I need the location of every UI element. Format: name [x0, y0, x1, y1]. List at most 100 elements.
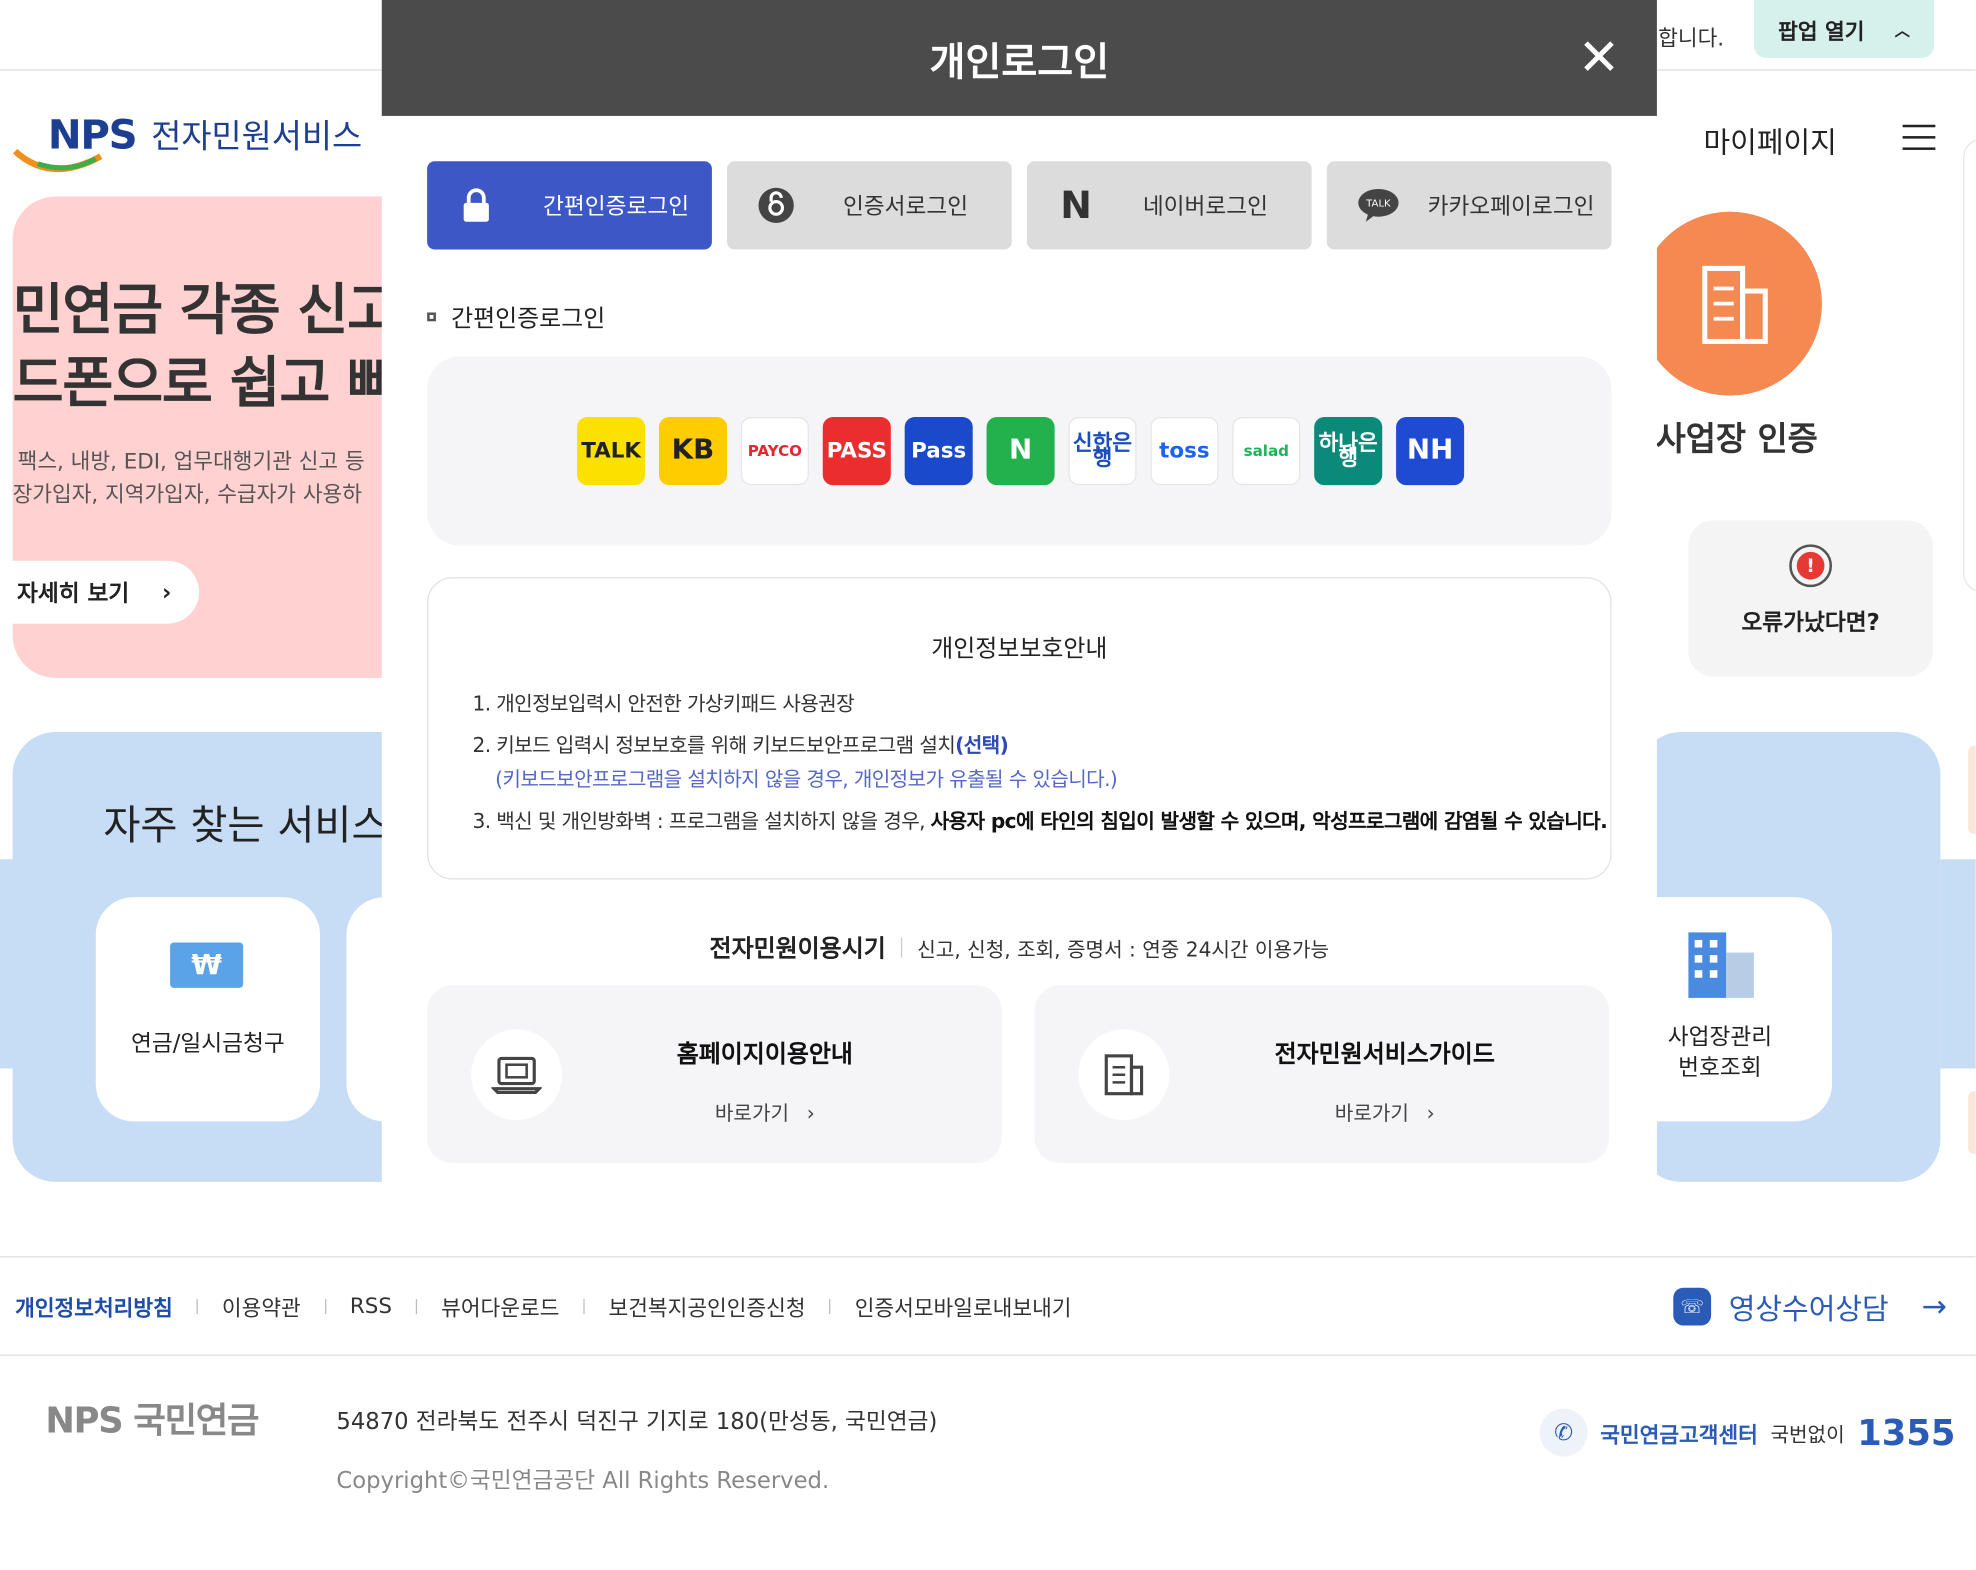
personal-login-modal: 개인로그인 ✕ 간편인증로그인 인증서로그인 N 네이버로그인 TALK 카카오페이… — [381, 0, 1657, 1182]
tab-label: 인증서로그인 — [842, 194, 969, 221]
service-hours-label: 전자민원이용시기 — [709, 934, 886, 963]
footer-address: 54870 전라북도 전주시 덕진구 기지로 180(만성동, 국민연금) — [336, 1408, 938, 1436]
footer-divider — [0, 1354, 1976, 1356]
footer-link-privacy[interactable]: 개인정보처리방침 — [15, 1290, 173, 1322]
error-help-label: 오류가났다면? — [1741, 609, 1880, 637]
notice-item-1: 1. 개인정보입력시 안전한 가상키패드 사용권장 — [472, 691, 855, 716]
footer-divider — [0, 1256, 1976, 1258]
guide-title: 전자민원서비스가이드 — [1274, 1040, 1495, 1069]
frequent-services-title: 자주 찾는 서비스 — [103, 801, 389, 850]
chevron-right-icon: › — [1426, 1101, 1435, 1126]
site-title[interactable]: 전자민원서비스 — [151, 111, 362, 158]
sign-language-consult-label: 영상수어상담 — [1728, 1294, 1889, 1327]
bullet-icon — [427, 312, 436, 322]
customer-center: ✆ 국민연금고객센터 국번없이 1355 — [1539, 1408, 1956, 1457]
tab-certificate[interactable]: 인증서로그인 — [727, 161, 1012, 250]
provider-1-icon[interactable]: KB — [658, 417, 728, 486]
footer-copyright: Copyright©국민연금공단 All Rights Reserved. — [336, 1467, 830, 1495]
banner-more-button[interactable]: 자세히 보기 › — [0, 560, 200, 624]
tab-label: 네이버로그인 — [1142, 194, 1269, 221]
customer-center-number: 1355 — [1857, 1411, 1956, 1454]
footer-link-rss[interactable]: RSS — [350, 1293, 392, 1318]
section-title-text: 간편인증로그인 — [451, 304, 606, 333]
close-icon[interactable]: ✕ — [1571, 30, 1626, 85]
guide-card-homepage[interactable]: 홈페이지이용안내 바로가기 › — [427, 985, 1002, 1163]
arrow-right-icon: → — [1921, 1288, 1947, 1325]
footer-link-terms[interactable]: 이용약관 — [222, 1290, 301, 1322]
peach-card-edge — [1968, 745, 1976, 835]
guide-link-label: 바로가기 — [714, 1101, 790, 1126]
provider-8-icon[interactable]: salad — [1232, 417, 1301, 486]
tab-kakaopay[interactable]: TALK 카카오페이로그인 — [1326, 161, 1612, 250]
footer-link-viewer[interactable]: 뷰어다운로드 — [441, 1290, 559, 1322]
service-hours-value: 신고, 신청, 조회, 증명서 : 연중 24시간 이용가능 — [917, 936, 1330, 961]
service-card-pension[interactable] — [95, 897, 321, 1122]
alert-icon: ! — [1789, 544, 1833, 588]
notice-item-2-sub: (키보드보안프로그램을 설치하지 않을 경우, 개인정보가 유출될 수 있습니다… — [495, 767, 1118, 792]
chevron-up-icon: ︿ — [1894, 20, 1910, 39]
popup-open-label: 팝업 열기 — [1778, 19, 1865, 45]
chevron-right-icon: › — [162, 578, 172, 606]
phone-icon: ✆ — [1539, 1408, 1588, 1457]
auth-provider-list: TALK KB PAYCO PASS Pass N 신한은행 toss salad 하나은행 NH — [577, 417, 1465, 486]
won-icon: ₩ — [170, 942, 244, 988]
service-hours: 전자민원이용시기 신고, 신청, 조회, 증명서 : 연중 24시간 이용가능 — [427, 930, 1611, 964]
provider-0-icon[interactable]: TALK — [577, 417, 646, 486]
notice-item-3-warning: 사용자 pc에 타인의 침입이 발생할 수 있으며, 악성프로그램에 감염될 수… — [930, 808, 1608, 833]
tab-simple-auth[interactable]: 간편인증로그인 — [427, 161, 712, 250]
building-icon — [1702, 265, 1768, 344]
biz-auth-title[interactable]: 사업장 인증 — [1656, 413, 1818, 460]
notice-item-2: 2. 키보드 입력시 정보보호를 위해 키보드보안프로그램 설치(선택) — [473, 728, 1009, 758]
banner-desc-1: 팩스, 내방, EDI, 업무대행기관 신고 등 — [17, 449, 365, 476]
modal-header: 개인로그인 — [381, 0, 1657, 116]
provider-4-icon[interactable]: Pass — [904, 417, 973, 486]
peach-card-edge — [1968, 1091, 1976, 1155]
provider-2-icon[interactable]: PAYCO — [740, 417, 809, 486]
menu-icon[interactable] — [1902, 124, 1936, 150]
login-tabs: 간편인증로그인 인증서로그인 N 네이버로그인 TALK 카카오페이로그인 — [427, 161, 1612, 250]
tab-label: 카카오페이로그인 — [1427, 194, 1595, 221]
provider-6-icon[interactable]: 신한은행 — [1068, 417, 1137, 486]
naver-icon: N — [1060, 183, 1092, 228]
footer-logo: NPS 국민연금 — [45, 1399, 259, 1442]
banner-desc-2: 장가입자, 지역가입자, 수급자가 사용하 — [12, 482, 362, 508]
notice-text: 합니다. — [1658, 26, 1725, 52]
guide-link-label: 바로가기 — [1334, 1101, 1409, 1126]
guide-link[interactable]: 바로가기 › — [1034, 1096, 1735, 1126]
service-card-pension-label: 연금/일시금청구 — [131, 1030, 285, 1058]
notice-item-3-text: 3. 백신 및 개인방화벽 : 프로그램을 설치하지 않을 경우, — [472, 808, 931, 833]
guide-card-service[interactable]: 전자민원서비스가이드 바로가기 › — [1034, 985, 1610, 1163]
provider-5-icon[interactable]: N — [986, 417, 1055, 486]
notice-item-3: 3. 백신 및 개인방화벽 : 프로그램을 설치하지 않을 경우, 사용자 pc… — [473, 804, 1608, 834]
no-area-code-label: 국번없이 — [1770, 1422, 1845, 1447]
video-call-icon: ☏ — [1673, 1287, 1712, 1326]
provider-9-icon[interactable]: 하나은행 — [1314, 417, 1383, 486]
footer-link-cert-export[interactable]: 인증서모바일로내보내기 — [855, 1290, 1072, 1322]
tab-label: 간편인증로그인 — [543, 194, 690, 221]
site-logo[interactable]: NPS — [48, 111, 138, 159]
mypage-link[interactable]: 마이페이지 — [1704, 118, 1837, 161]
banner-more-label: 자세히 보기 — [17, 580, 130, 608]
lock-icon — [457, 186, 495, 224]
svg-text:TALK: TALK — [1365, 199, 1391, 210]
office-building-icon — [1688, 932, 1754, 998]
guide-title: 홈페이지이용안내 — [676, 1040, 853, 1069]
footer-links: 개인정보처리방침 이용약관 RSS 뷰어다운로드 보건복지공인인증신청 인증서모… — [15, 1290, 1072, 1322]
banner-headline-1: 민연금 각종 신고 — [12, 278, 399, 343]
modal-title: 개인로그인 — [929, 39, 1110, 86]
kakao-talk-icon: TALK — [1357, 186, 1400, 224]
notice-item-2-text: 2. 키보드 입력시 정보보호를 위해 키보드보안프로그램 설치 — [472, 733, 956, 758]
customer-center-label: 국민연금고객센터 — [1600, 1423, 1758, 1449]
provider-3-icon[interactable]: PASS — [822, 417, 891, 486]
tab-naver[interactable]: N 네이버로그인 — [1026, 161, 1312, 250]
sign-language-consult-link[interactable]: ☏ 영상수어상담 → — [1673, 1285, 1947, 1328]
notice-item-2-optional: (선택) — [955, 733, 1009, 758]
side-card-partial — [1963, 138, 1976, 593]
footer-link-cert-request[interactable]: 보건복지공인인증신청 — [609, 1290, 806, 1322]
right-service-panel-edge — [1940, 859, 1976, 1069]
privacy-notice-title: 개인정보보호안내 — [931, 635, 1108, 663]
popup-open-button[interactable]: 팝업 열기 ︿ — [1753, 0, 1935, 58]
guide-link[interactable]: 바로가기 › — [427, 1096, 1102, 1126]
provider-10-icon[interactable]: NH — [1396, 417, 1465, 486]
provider-7-icon[interactable]: toss — [1150, 417, 1219, 486]
